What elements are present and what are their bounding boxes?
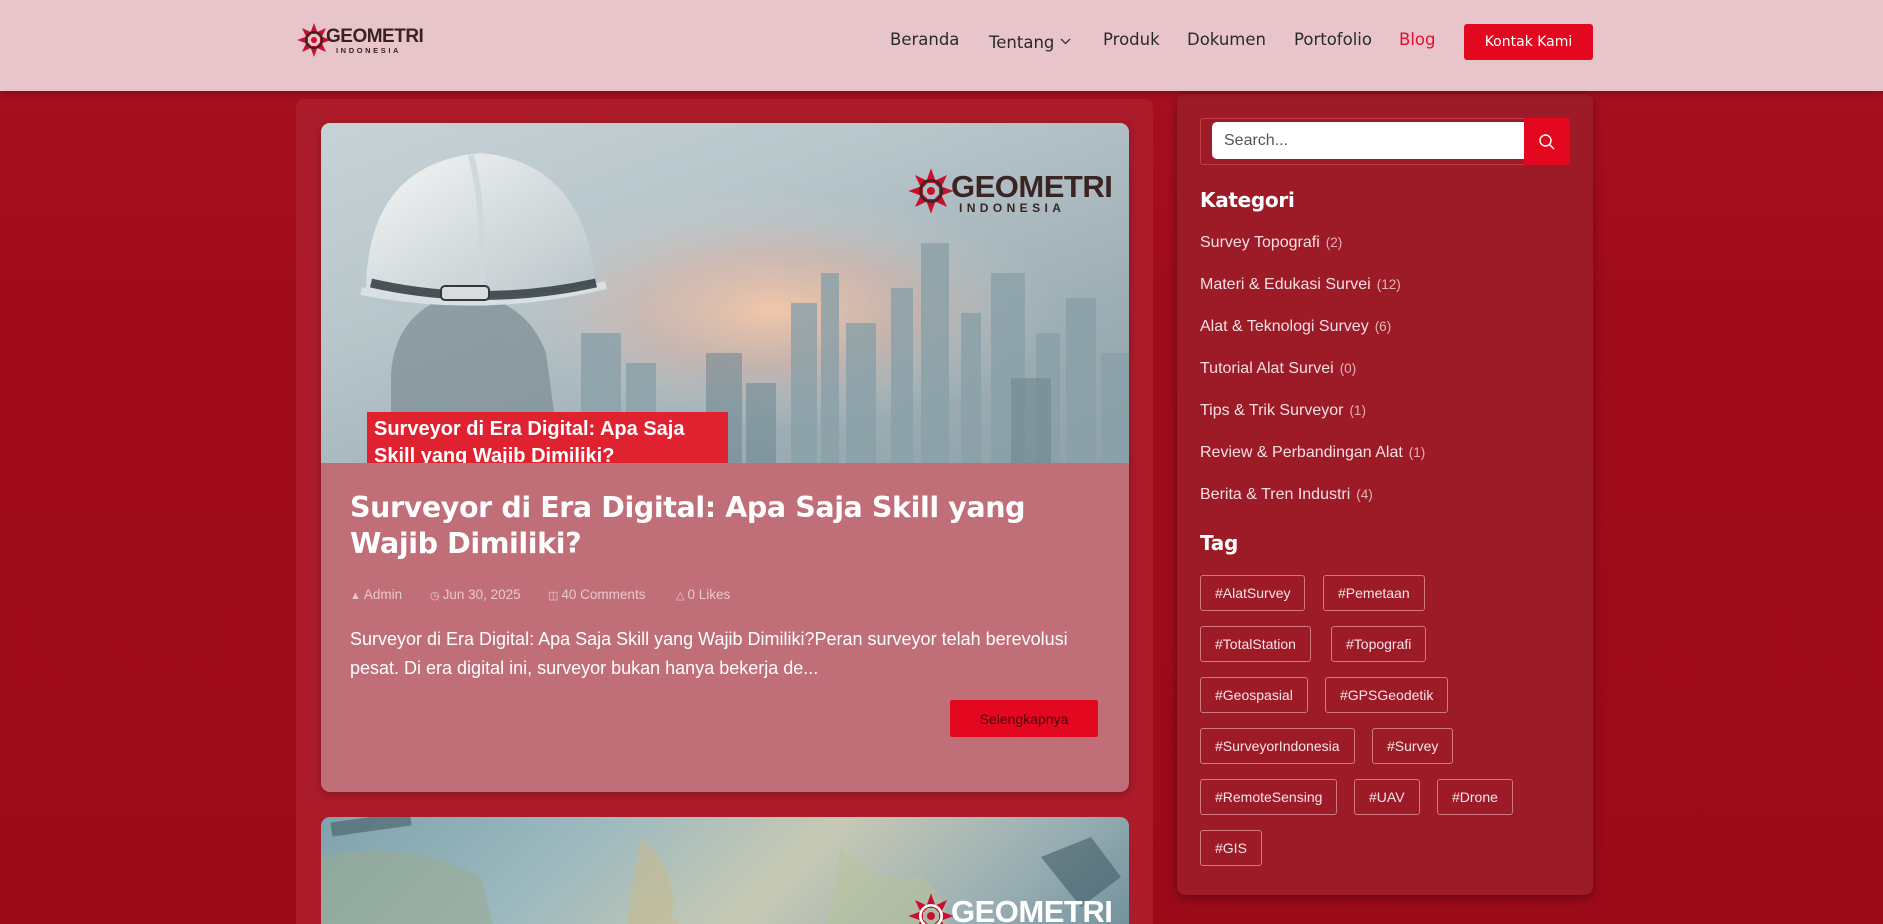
category-item[interactable]: Review & Perbandingan Alat (1) [1200, 444, 1425, 462]
category-count: (6) [1374, 319, 1392, 334]
tag-chip[interactable]: #SurveyorIndonesia [1200, 728, 1355, 764]
category-item[interactable]: Survey Topografi (2) [1200, 234, 1342, 252]
logo-star-icon [908, 168, 954, 214]
post-excerpt: Surveyor di Era Digital: Apa Saja Skill … [350, 629, 1068, 678]
logo-subtext: INDONESIA [336, 46, 402, 55]
category-count: (4) [1356, 487, 1373, 502]
post-2-logo-text: GEOMETRI [951, 894, 1113, 924]
nav-beranda[interactable]: Beranda [890, 30, 959, 49]
category-label: Alat & Teknologi Survey [1200, 318, 1369, 335]
category-count: (1) [1408, 445, 1426, 460]
categories-heading: Kategori [1200, 188, 1295, 212]
user-icon: ▲ [350, 590, 361, 602]
post-date: ◷ Jun 30, 2025 [430, 587, 521, 602]
category-item[interactable]: Tutorial Alat Survei (0) [1200, 360, 1356, 378]
like-icon: △ [676, 590, 685, 602]
comments-count: 40 Comments [561, 587, 646, 602]
search-icon [1539, 133, 1555, 149]
category-label: Tips & Trik Surveyor [1200, 402, 1344, 419]
tag-chip[interactable]: #Survey [1372, 728, 1454, 764]
category-label: Materi & Edukasi Survei [1200, 276, 1371, 293]
tags-heading: Tag [1200, 531, 1238, 555]
thumbnail-logo-text: GEOMETRI [951, 169, 1113, 204]
site-header: GEOMETRI INDONESIA Beranda Tentang Produ… [0, 0, 1883, 91]
category-label: Review & Perbandingan Alat [1200, 444, 1403, 461]
post-title[interactable]: Surveyor di Era Digital: Apa Saja Skill … [350, 490, 1110, 562]
tag-chip[interactable]: #RemoteSensing [1200, 779, 1338, 815]
thumbnail-logo-subtext: INDONESIA [959, 201, 1066, 215]
tag-chip[interactable]: #Geospasial [1200, 677, 1308, 713]
nav-tentang[interactable]: Tentang [989, 30, 1071, 52]
tag-chip[interactable]: #Pemetaan [1323, 575, 1425, 611]
post-date-value: Jun 30, 2025 [442, 587, 521, 602]
tag-chip[interactable]: #Drone [1437, 779, 1513, 815]
comment-icon: ◫ [548, 590, 559, 602]
nav-dokumen[interactable]: Dokumen [1187, 30, 1266, 49]
clock-icon: ◷ [430, 590, 440, 602]
logo-star-icon [908, 893, 954, 924]
nav-blog[interactable]: Blog [1399, 30, 1435, 49]
category-item[interactable]: Alat & Teknologi Survey (6) [1200, 318, 1391, 336]
category-count: (0) [1339, 361, 1357, 376]
author-name: Admin [363, 587, 403, 602]
post-thumbnail[interactable]: GEOMETRI INDONESIA Surveyor di Era Digit… [321, 123, 1129, 463]
tag-chip[interactable]: #GPSGeodetik [1325, 677, 1449, 713]
category-count: (2) [1325, 235, 1343, 250]
tag-chip[interactable]: #GIS [1200, 830, 1262, 866]
likes-count: 0 Likes [687, 587, 731, 602]
tag-chip[interactable]: #AlatSurvey [1200, 575, 1306, 611]
category-label: Survey Topografi [1200, 234, 1320, 251]
category-label: Berita & Tren Industri [1200, 486, 1351, 503]
logo-text: GEOMETRI [326, 26, 424, 47]
category-item[interactable]: Tips & Trik Surveyor (1) [1200, 402, 1366, 420]
post-author[interactable]: ▲ Admin [350, 587, 402, 602]
post-comments[interactable]: ◫ 40 Comments [548, 587, 645, 602]
category-count: (12) [1376, 277, 1401, 292]
tag-chip[interactable]: #Topografi [1331, 626, 1427, 662]
search-button[interactable] [1524, 118, 1570, 165]
nav-tentang-label: Tentang [989, 33, 1055, 52]
nav-portofolio[interactable]: Portofolio [1294, 30, 1372, 49]
thumbnail-caption: Surveyor di Era Digital: Apa Saja Skill … [367, 412, 728, 463]
category-item[interactable]: Materi & Edukasi Survei (12) [1200, 276, 1401, 294]
tag-chip[interactable]: #UAV [1354, 779, 1420, 815]
nav-produk[interactable]: Produk [1103, 30, 1160, 49]
category-item[interactable]: Berita & Tren Industri (4) [1200, 486, 1373, 504]
site-logo[interactable]: GEOMETRI INDONESIA [296, 22, 424, 60]
post-2-thumbnail-logo: GEOMETRI [907, 892, 1113, 924]
tag-chip[interactable]: #TotalStation [1200, 626, 1311, 662]
search-input[interactable] [1212, 122, 1524, 159]
post-likes[interactable]: △ 0 Likes [676, 587, 730, 602]
read-more-button[interactable]: Selengkapnya [950, 700, 1098, 737]
chevron-down-icon [1060, 30, 1071, 49]
post-card: GEOMETRI INDONESIA Surveyor di Era Digit… [321, 123, 1129, 792]
post-card-2[interactable]: GEOMETRI [321, 817, 1129, 924]
category-label: Tutorial Alat Survei [1200, 360, 1334, 377]
contact-button[interactable]: Kontak Kami [1464, 24, 1593, 60]
category-count: (1) [1349, 403, 1366, 418]
